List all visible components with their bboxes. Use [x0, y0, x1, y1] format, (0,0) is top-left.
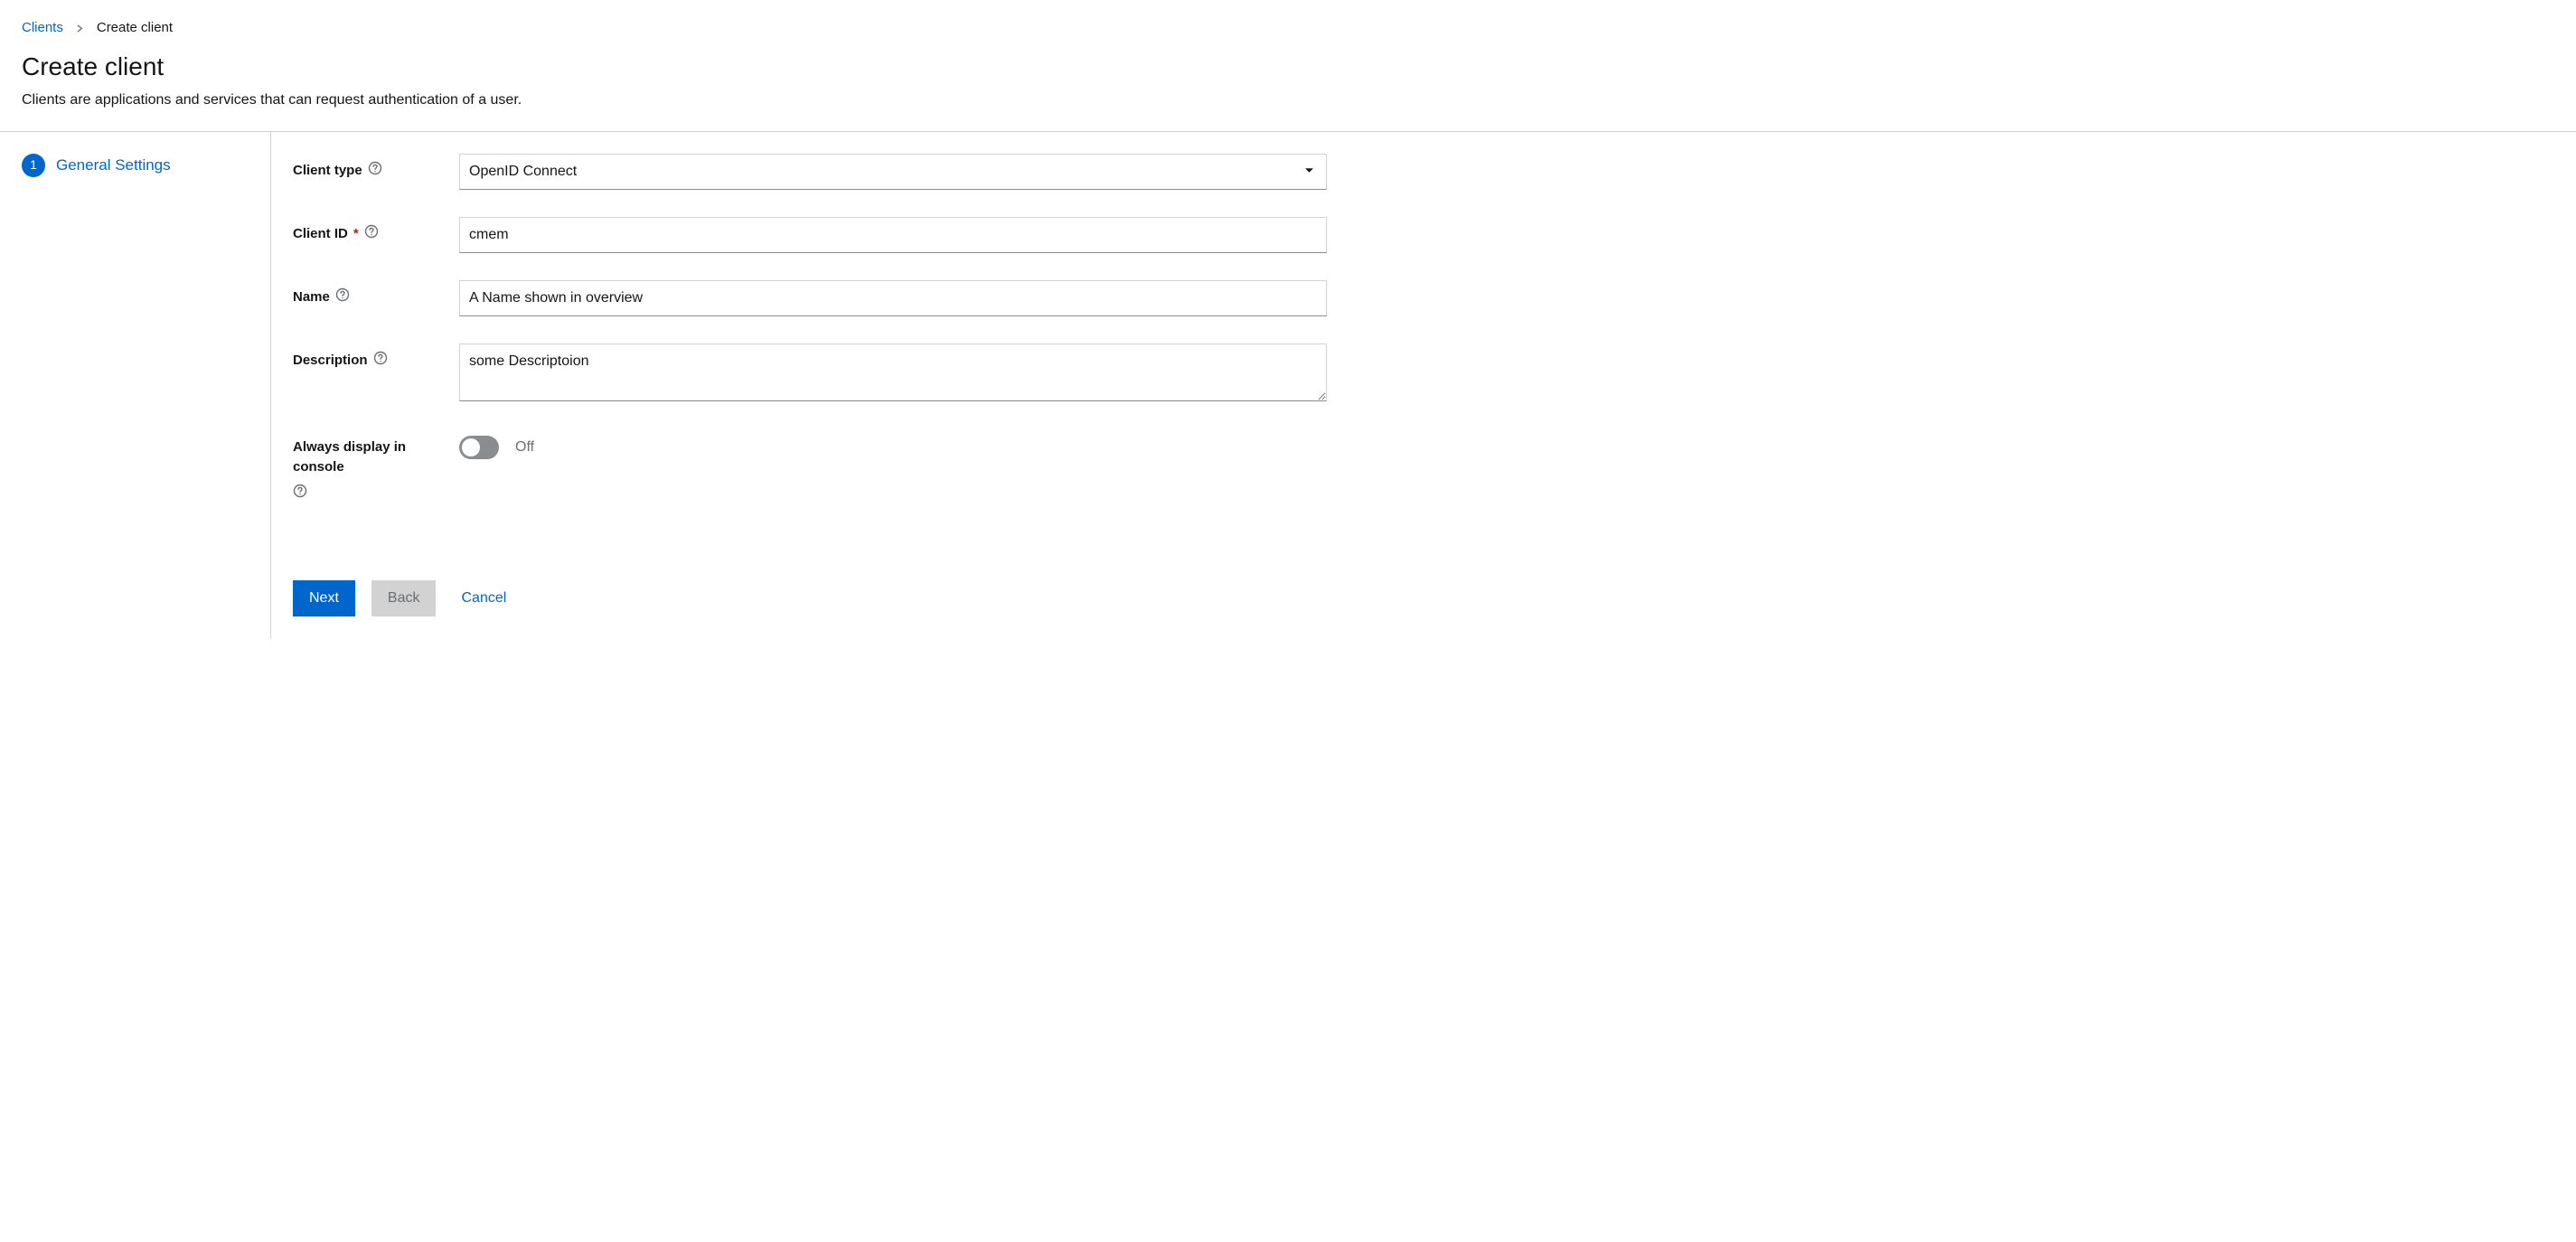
description-textarea[interactable]: [459, 343, 1327, 401]
label-description: Description: [293, 351, 368, 372]
page-title: Create client: [22, 48, 2554, 86]
chevron-right-icon: [76, 24, 84, 33]
breadcrumb: Clients Create client: [22, 18, 2554, 39]
page-description: Clients are applications and services th…: [22, 89, 2554, 111]
help-icon[interactable]: [335, 287, 350, 309]
field-client-type: Client type OpenID Connect: [293, 154, 2554, 190]
always-display-state: Off: [515, 437, 534, 458]
name-input[interactable]: [459, 280, 1327, 316]
wizard-step-index: 1: [22, 154, 45, 177]
help-icon[interactable]: [368, 161, 382, 183]
next-button[interactable]: Next: [293, 580, 355, 616]
wizard-nav: 1 General Settings: [0, 132, 271, 638]
form-area: Client type OpenID Connect: [293, 154, 2554, 559]
toggle-knob: [462, 438, 480, 456]
label-client-type: Client type: [293, 161, 362, 182]
wizard-footer: Next Back Cancel: [293, 580, 2554, 616]
cancel-button[interactable]: Cancel: [452, 580, 515, 616]
back-button[interactable]: Back: [371, 580, 437, 616]
wizard-step-label: General Settings: [56, 154, 171, 177]
always-display-toggle[interactable]: [459, 436, 499, 459]
wizard-step-general-settings[interactable]: 1 General Settings: [22, 154, 249, 177]
field-name: Name: [293, 280, 2554, 316]
label-name: Name: [293, 287, 330, 308]
client-id-input[interactable]: [459, 217, 1327, 253]
help-icon[interactable]: [373, 351, 388, 372]
help-icon[interactable]: [364, 224, 379, 246]
field-description: Description: [293, 343, 2554, 409]
field-always-display: Always display in console Off: [293, 436, 2554, 505]
breadcrumb-link-clients[interactable]: Clients: [22, 18, 63, 39]
page-header: Clients Create client Create client Clie…: [0, 0, 2576, 132]
client-type-select[interactable]: OpenID Connect: [459, 154, 1327, 190]
field-client-id: Client ID *: [293, 217, 2554, 253]
wizard: 1 General Settings Client type OpenID Co…: [0, 132, 2576, 638]
required-marker: *: [353, 224, 359, 245]
help-icon[interactable]: [293, 484, 307, 505]
label-client-id: Client ID: [293, 224, 348, 245]
wizard-body: Client type OpenID Connect: [271, 132, 2576, 638]
breadcrumb-current: Create client: [97, 18, 173, 39]
label-always-display: Always display in console: [293, 438, 459, 478]
